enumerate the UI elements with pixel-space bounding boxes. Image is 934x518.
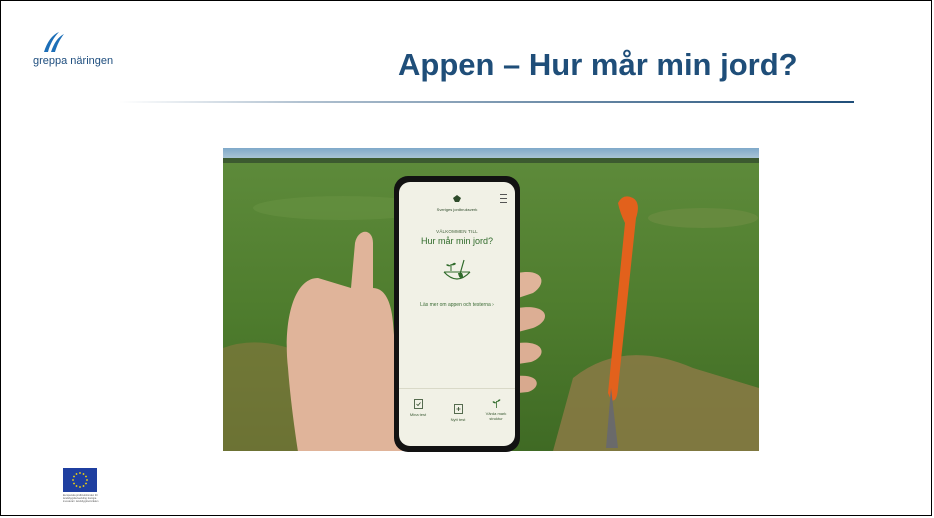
nav-label-nytt-test: Nytt test [450,417,466,422]
logo-text: greppa näringen [33,55,114,67]
eu-stars-icon [72,472,88,488]
bottom-nav: Mina test Nytt test Värda mark struktur [399,388,515,446]
phone-screen: Sveriges jordbruksverk VÄLKOMMEN TILL Hu… [399,182,515,446]
soil-spade-icon [443,259,471,280]
app-brand: Sveriges jordbruksverk [399,189,515,212]
eu-flag-logo [63,468,97,492]
nav-item-varda-mark[interactable]: Värda mark struktur [481,397,511,421]
eu-caption: Europeiska jordbruksfonden för landsbygd… [63,494,99,503]
hamburger-menu-icon[interactable] [500,194,507,203]
nav-item-mina-test[interactable]: Mina test [403,398,433,417]
nav-label-varda-mark: Värda mark struktur [485,411,507,421]
greppa-naringen-logo: greppa näringen [33,31,133,67]
read-more-link[interactable]: Läs mer om appen och testerna › [399,302,515,308]
smartphone: Sveriges jordbruksverk VÄLKOMMEN TILL Hu… [394,176,520,452]
clipboard-check-icon [413,399,423,409]
welcome-text: VÄLKOMMEN TILL [436,229,478,234]
app-title: Hur mår min jord? [420,236,494,246]
sprout-icon [492,399,500,408]
nav-label-mina-test: Mina test [409,412,427,417]
clipboard-plus-icon [453,404,463,414]
title-divider [119,101,854,103]
nav-item-nytt-test[interactable]: Nytt test [443,403,473,422]
brand-icon [453,195,461,202]
logo-swoosh-icon [44,32,64,52]
slide-title: Appen – Hur mår min jord? [398,47,798,82]
slide: greppa näringen Appen – Hur mår min jord… [0,0,932,516]
brand-text: Sveriges jordbruksverk [436,207,478,212]
